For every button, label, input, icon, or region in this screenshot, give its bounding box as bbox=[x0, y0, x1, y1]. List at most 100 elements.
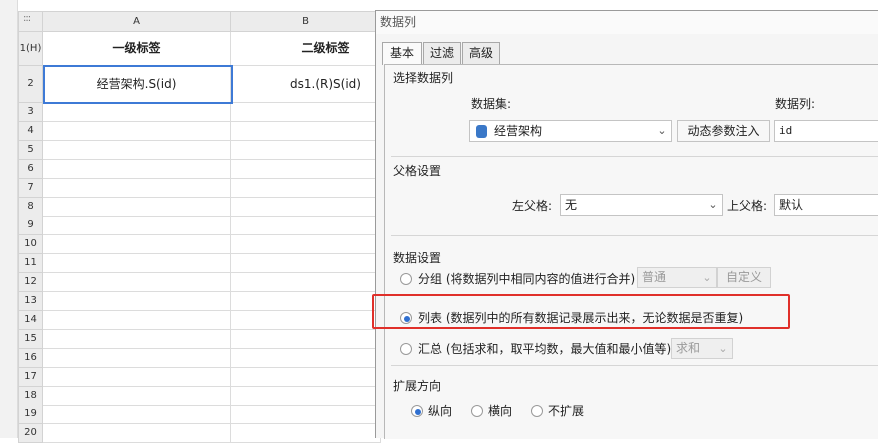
row-header[interactable]: 2 bbox=[18, 66, 43, 103]
grid-cell[interactable] bbox=[43, 386, 231, 406]
dataset-label: 数据集: bbox=[471, 97, 512, 111]
summary-option-label[interactable]: 汇总 (包括求和，取平均数，最大值和最小值等) bbox=[418, 340, 671, 357]
summary-mode-value: 求和 bbox=[676, 341, 701, 355]
chevron-down-icon[interactable]: ⌄ bbox=[698, 268, 716, 287]
row-header[interactable]: 20 bbox=[18, 424, 43, 443]
grid-cell[interactable] bbox=[231, 197, 381, 217]
divider bbox=[391, 365, 878, 366]
grid-cell[interactable] bbox=[43, 159, 231, 179]
row-header[interactable]: 6 bbox=[18, 159, 43, 179]
grid-cell[interactable] bbox=[231, 216, 381, 236]
chevron-down-icon[interactable]: ⌄ bbox=[653, 121, 671, 141]
grid-cell[interactable] bbox=[43, 405, 231, 425]
grid-cell[interactable] bbox=[231, 159, 381, 179]
row-header[interactable]: 5 bbox=[18, 140, 43, 160]
tab-advanced[interactable]: 高级 bbox=[462, 42, 500, 64]
grid-cell[interactable] bbox=[231, 310, 381, 330]
cell-b2[interactable]: ds1.(R)S(id) bbox=[231, 66, 381, 103]
grid-cell[interactable] bbox=[231, 386, 381, 406]
grid-cell[interactable] bbox=[43, 348, 231, 368]
grid-cell[interactable] bbox=[43, 140, 231, 160]
grid-cell[interactable] bbox=[231, 273, 381, 293]
expand-vertical-radio[interactable] bbox=[411, 405, 423, 417]
row-header[interactable]: 8 bbox=[18, 197, 43, 217]
cell-b1[interactable]: 二级标签 bbox=[231, 32, 381, 66]
grid-cell[interactable] bbox=[43, 292, 231, 311]
summary-radio[interactable] bbox=[400, 343, 412, 355]
column-header-b[interactable]: B bbox=[231, 11, 381, 32]
grid-cell[interactable] bbox=[231, 329, 381, 349]
left-parent-value: 无 bbox=[565, 198, 578, 212]
grid-cell[interactable] bbox=[231, 140, 381, 160]
row-header[interactable]: 9 bbox=[18, 216, 43, 236]
grid-cell[interactable] bbox=[43, 254, 231, 274]
row-header[interactable]: 7 bbox=[18, 178, 43, 198]
grid-cell[interactable] bbox=[231, 178, 381, 198]
row-header[interactable]: 19 bbox=[18, 405, 43, 425]
row-header[interactable]: 17 bbox=[18, 367, 43, 387]
group-radio[interactable] bbox=[400, 273, 412, 285]
summary-mode-select[interactable]: 求和 ⌄ bbox=[671, 338, 733, 359]
left-parent-select[interactable]: 无 ⌄ bbox=[560, 194, 723, 216]
grid-cell[interactable] bbox=[43, 367, 231, 387]
left-parent-label: 左父格: bbox=[512, 199, 553, 213]
row-header[interactable]: 12 bbox=[18, 273, 43, 293]
grid-cell[interactable] bbox=[43, 216, 231, 236]
grid-cell[interactable] bbox=[231, 235, 381, 255]
grid-cell[interactable] bbox=[43, 424, 231, 443]
cell-a1[interactable]: 一级标签 bbox=[43, 32, 231, 66]
row-header[interactable]: 18 bbox=[18, 386, 43, 406]
grid-cell[interactable] bbox=[43, 197, 231, 217]
grid-cell[interactable] bbox=[43, 310, 231, 330]
grid-cell[interactable] bbox=[231, 254, 381, 274]
grid-cell[interactable] bbox=[231, 292, 381, 311]
grid-cell[interactable] bbox=[231, 424, 381, 443]
grid-cell[interactable] bbox=[43, 329, 231, 349]
chevron-down-icon[interactable]: ⌄ bbox=[714, 339, 732, 358]
grid-cell[interactable] bbox=[231, 367, 381, 387]
row-header[interactable]: 4 bbox=[18, 121, 43, 141]
group-option-label[interactable]: 分组 (将数据列中相同内容的值进行合并) bbox=[418, 270, 635, 287]
grid-cell[interactable] bbox=[43, 178, 231, 198]
group-mode-select[interactable]: 普通 ⌄ bbox=[637, 267, 717, 288]
section-title-expand: 扩展方向 bbox=[393, 379, 442, 393]
grid-cell[interactable] bbox=[231, 103, 381, 122]
row-header[interactable]: 14 bbox=[18, 310, 43, 330]
row-header[interactable]: 10 bbox=[18, 235, 43, 255]
column-label: 数据列: bbox=[775, 97, 816, 111]
tab-basic[interactable]: 基本 bbox=[382, 42, 422, 65]
row-header[interactable]: 13 bbox=[18, 292, 43, 311]
grid-cell[interactable] bbox=[231, 405, 381, 425]
grid-cell[interactable] bbox=[231, 121, 381, 141]
grid-cell[interactable] bbox=[43, 103, 231, 122]
row-header[interactable]: 1(H) bbox=[18, 32, 43, 66]
expand-none-label[interactable]: 不扩展 bbox=[548, 402, 584, 419]
section-title-parent: 父格设置 bbox=[393, 164, 442, 178]
tab-panel-basic: 选择数据列 数据集: 数据列: 经营架构 ⌄ 动态参数注入 id 父格设置 左父… bbox=[384, 64, 878, 439]
top-parent-label: 上父格: bbox=[727, 199, 768, 213]
row-header[interactable]: 3 bbox=[18, 103, 43, 122]
column-input[interactable]: id bbox=[774, 120, 878, 142]
row-header[interactable]: 11 bbox=[18, 254, 43, 274]
dialog-title: 数据列 bbox=[376, 11, 878, 34]
tab-filter[interactable]: 过滤 bbox=[423, 42, 461, 64]
row-header[interactable]: 15 bbox=[18, 329, 43, 349]
expand-horizontal-label[interactable]: 横向 bbox=[488, 402, 512, 419]
select-all-corner[interactable]: ::: bbox=[18, 11, 43, 32]
dataset-value: 经营架构 bbox=[494, 124, 543, 138]
dynamic-param-inject-button[interactable]: 动态参数注入 bbox=[677, 120, 770, 142]
database-icon bbox=[476, 125, 487, 138]
expand-horizontal-radio[interactable] bbox=[471, 405, 483, 417]
row-header[interactable]: 16 bbox=[18, 348, 43, 368]
column-header-a[interactable]: A bbox=[43, 11, 231, 32]
grid-cell[interactable] bbox=[231, 348, 381, 368]
grid-cell[interactable] bbox=[43, 121, 231, 141]
expand-vertical-label[interactable]: 纵向 bbox=[428, 402, 452, 419]
top-parent-select[interactable]: 默认 bbox=[774, 194, 878, 216]
dataset-select[interactable]: 经营架构 ⌄ bbox=[469, 120, 672, 142]
grid-cell[interactable] bbox=[43, 273, 231, 293]
chevron-down-icon[interactable]: ⌄ bbox=[704, 195, 722, 215]
grid-cell[interactable] bbox=[43, 235, 231, 255]
custom-button[interactable]: 自定义 bbox=[717, 267, 771, 288]
expand-none-radio[interactable] bbox=[531, 405, 543, 417]
